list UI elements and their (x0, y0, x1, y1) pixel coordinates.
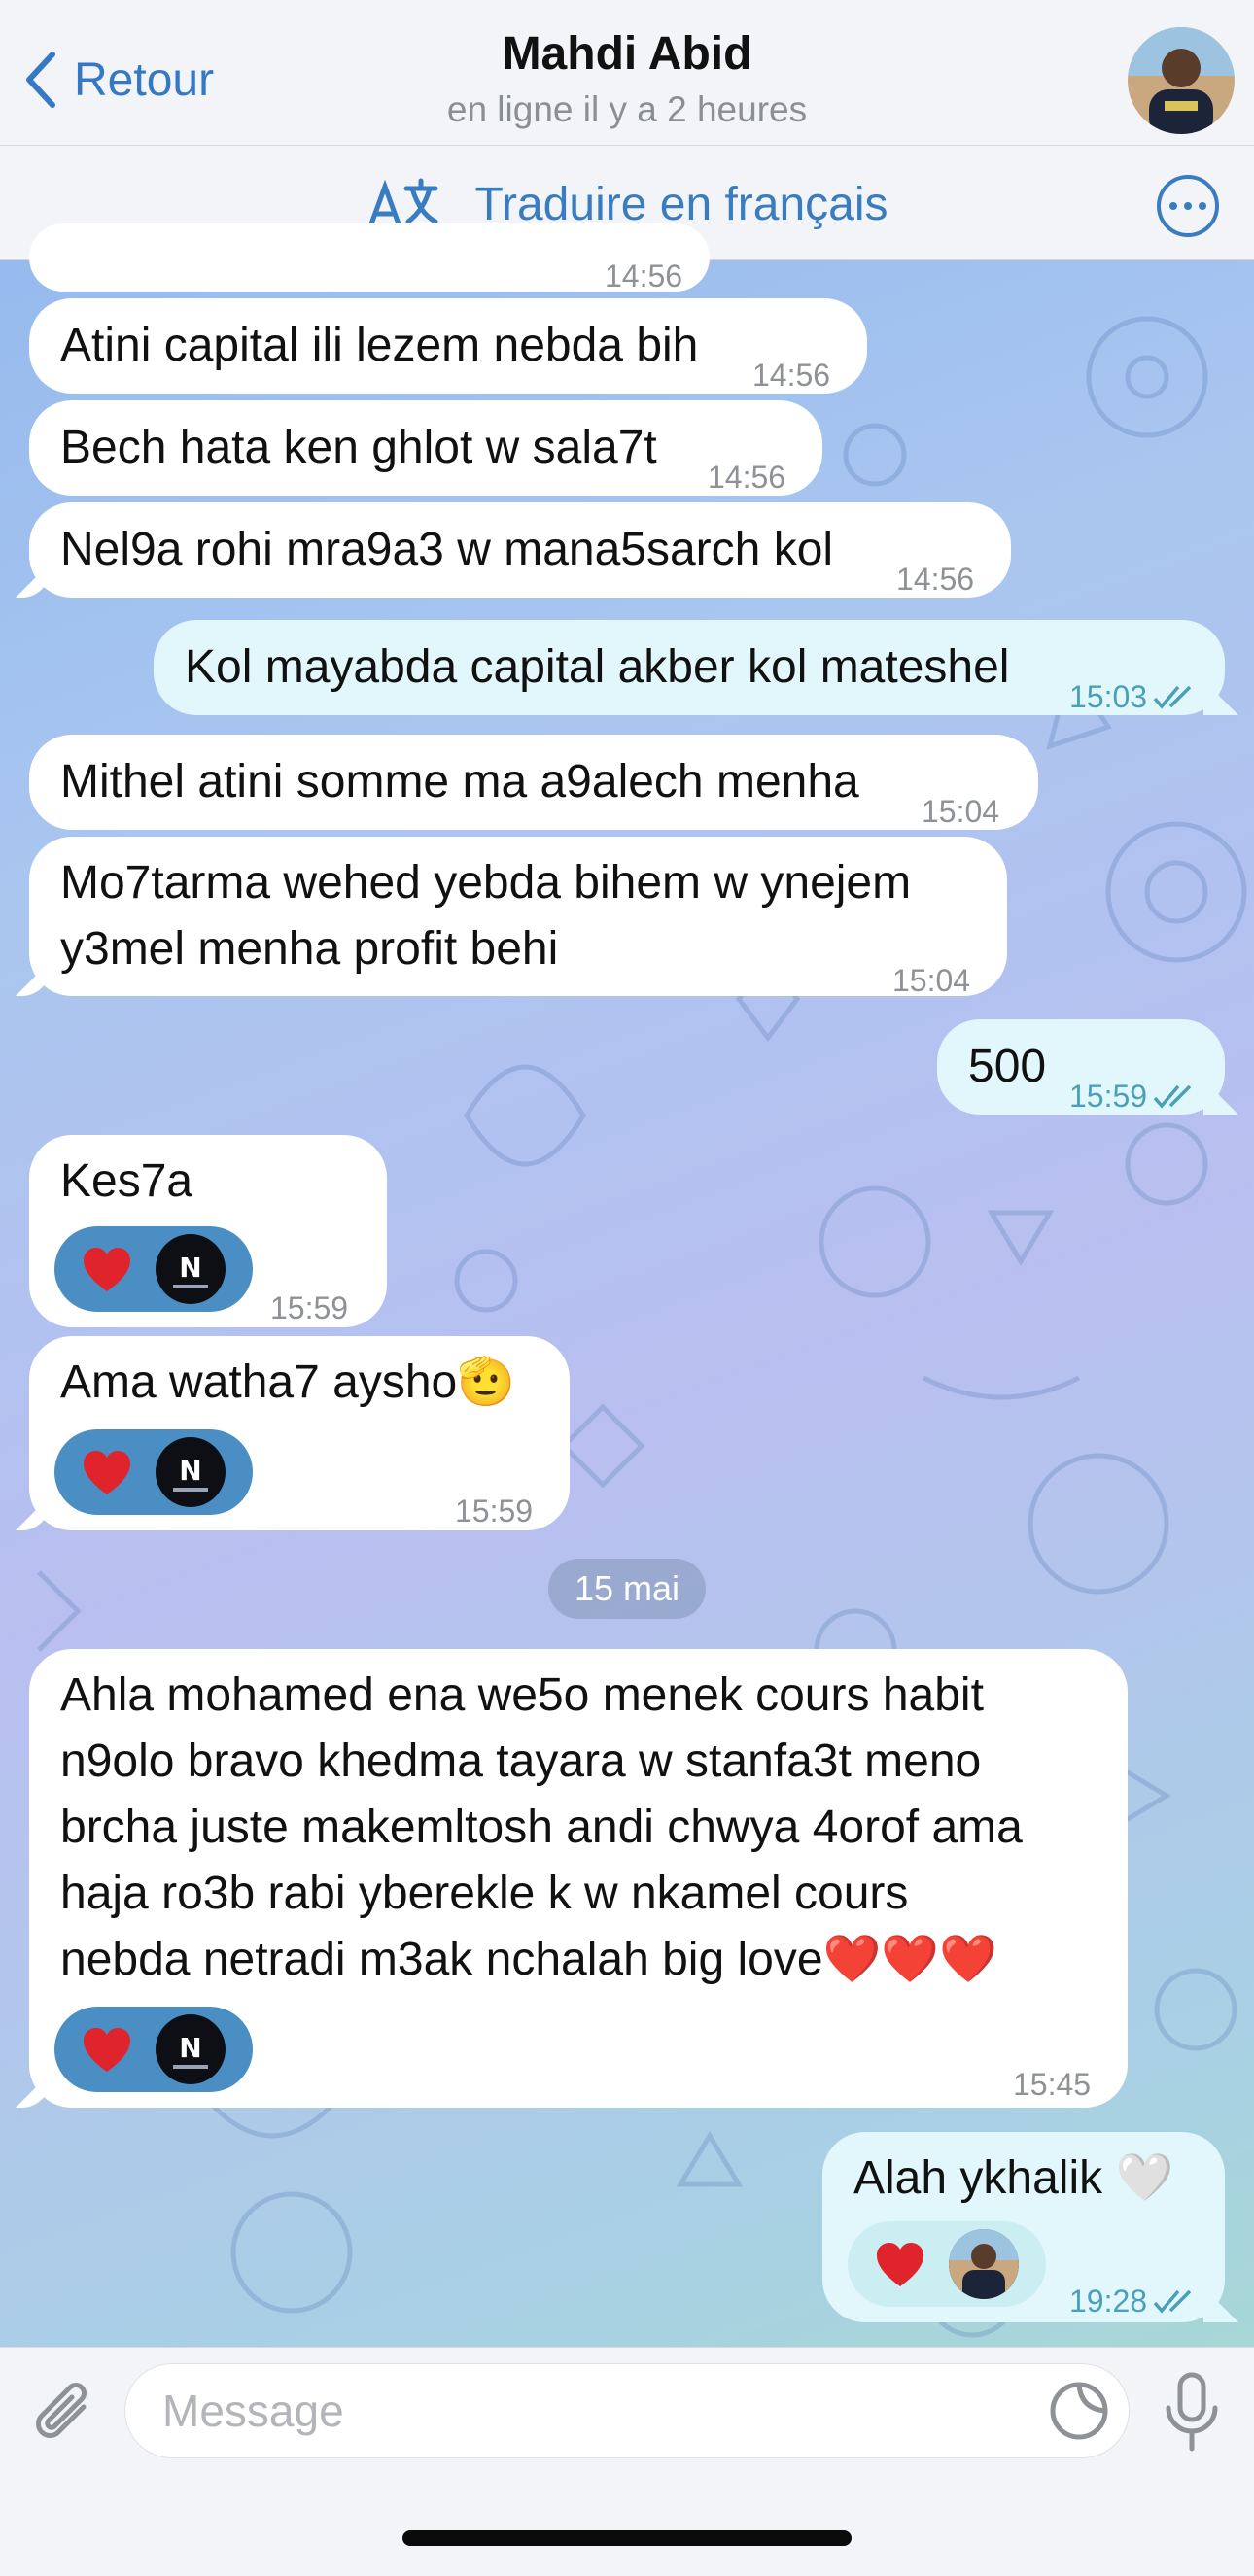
message-bubble[interactable]: Ama watha7 aysho🫡 N 15:59 (29, 1336, 570, 1530)
reaction-chip[interactable]: N (54, 1429, 253, 1515)
microphone-icon[interactable] (1161, 2371, 1223, 2453)
message-time: 15:59 (1069, 1063, 1198, 1129)
message-bubble[interactable]: 500 15:59 (937, 1019, 1225, 1115)
message-text-line: haja ro3b rabi yberekle k w nkamel cours (60, 1868, 909, 1919)
message-text: Bech hata ken ghlot w sala7t (60, 422, 657, 473)
more-icon[interactable] (1157, 175, 1219, 237)
message-bubble[interactable]: Mo7tarma wehed yebda bihem w ynejem y3me… (29, 837, 1007, 998)
message-bubble[interactable]: Mithel atini somme ma a9alech menha 15:0… (29, 735, 1038, 830)
reaction-chip[interactable]: N (54, 1226, 253, 1312)
heart-icon (877, 2243, 923, 2286)
contact-avatar[interactable] (1128, 27, 1235, 134)
message-bubble[interactable]: Kol mayabda capital akber kol mateshel 1… (154, 620, 1225, 715)
message-text: Alah ykhalik 🤍 (853, 2152, 1174, 2204)
message-text: Mithel atini somme ma a9alech menha (60, 756, 859, 807)
message-text: 500 (968, 1041, 1047, 1092)
reaction-chip[interactable]: N (54, 2007, 253, 2092)
message-bubble[interactable]: Nel9a rohi mra9a3 w mana5sarch kol 14:56 (29, 502, 1011, 598)
message-text: Atini capital ili lezem nebda bih (60, 320, 699, 371)
message-bubble[interactable]: Alah ykhalik 🤍 19:28 (822, 2132, 1225, 2322)
svg-text:N: N (179, 1455, 201, 1487)
message-time-label: 15:59 (1069, 1079, 1148, 1114)
message-text-line: n9olo bravo khedma tayara w stanfa3t men… (60, 1735, 982, 1787)
message-text: Kol mayabda capital akber kol mateshel (185, 641, 1010, 693)
message-text: Ama watha7 aysho🫡 (60, 1357, 515, 1408)
message-text-line: Ahla mohamed ena we5o menek cours habit (60, 1669, 984, 1721)
message-text-line: Mo7tarma wehed yebda bihem w ynejem (60, 857, 912, 909)
svg-text:N: N (179, 1252, 201, 1284)
reactor-avatar: N (156, 2014, 226, 2084)
message-time: 15:03 (1069, 664, 1198, 730)
reaction-chip[interactable] (848, 2221, 1046, 2307)
message-bubble[interactable]: Ahla mohamed ena we5o menek cours habit … (29, 1649, 1128, 2108)
message-bubble[interactable]: Atini capital ili lezem nebda bih 14:56 (29, 298, 867, 394)
message-time: 14:56 (896, 562, 975, 597)
read-checks-icon (1153, 685, 1192, 709)
date-separator: 15 mai (548, 1559, 706, 1619)
reactor-avatar: N (156, 1437, 226, 1507)
message-time: 15:45 (1013, 2067, 1092, 2102)
heart-icon (84, 1451, 130, 1494)
sticker-icon[interactable] (1048, 2380, 1110, 2442)
message-text-line: y3mel menha profit behi (60, 923, 559, 975)
svg-text:N: N (179, 2032, 201, 2064)
message-bubble[interactable]: 14:56 (29, 223, 710, 293)
message-time: 15:04 (922, 794, 1000, 829)
read-checks-icon (1153, 2289, 1192, 2314)
reactor-avatar (949, 2229, 1019, 2299)
heart-icon (84, 1248, 130, 1291)
home-indicator (402, 2530, 852, 2546)
message-text: Nel9a rohi mra9a3 w mana5sarch kol (60, 524, 834, 575)
message-bubble[interactable]: Kes7a N 15:59 (29, 1135, 387, 1327)
message-time: 14:56 (708, 460, 786, 495)
chat-header: Retour Mahdi Abid en ligne il y a 2 heur… (0, 0, 1254, 146)
message-time: 15:04 (892, 963, 971, 998)
reactor-avatar: N (156, 1234, 226, 1304)
contact-status: en ligne il y a 2 heures (446, 89, 808, 129)
message-input[interactable]: Message (124, 2363, 1130, 2458)
heart-icon (84, 2028, 130, 2072)
message-time-label: 15:03 (1069, 679, 1148, 714)
message-bubble[interactable]: Bech hata ken ghlot w sala7t 14:56 (29, 400, 822, 496)
message-text-line: brcha juste makemltosh andi chwya 4orof … (60, 1802, 1023, 1853)
paperclip-icon[interactable] (27, 2378, 97, 2448)
message-time: 19:28 (1069, 2268, 1198, 2334)
message-text-line: nebda netradi m3ak nchalah big love❤️❤️❤… (60, 1934, 997, 1985)
message-time: 15:59 (270, 1290, 349, 1325)
read-checks-icon (1153, 1084, 1192, 1109)
message-time: 14:56 (752, 358, 831, 393)
message-text: Kes7a (60, 1155, 193, 1207)
message-time: 15:59 (455, 1494, 534, 1528)
message-time-label: 19:28 (1069, 2284, 1148, 2318)
contact-name[interactable]: Mahdi Abid (0, 27, 1254, 81)
